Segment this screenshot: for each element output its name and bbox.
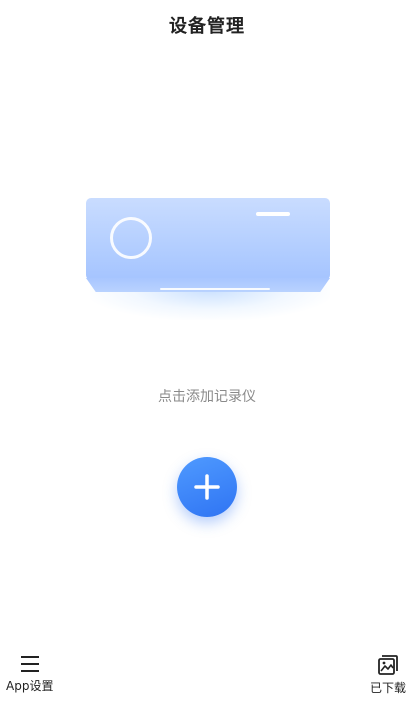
- recorder-body: [86, 198, 330, 280]
- app-settings-button[interactable]: App设置: [6, 654, 53, 694]
- plus-icon: [194, 474, 220, 500]
- recorder-illustration: [60, 170, 360, 330]
- recorder-indicator: [256, 212, 290, 216]
- downloaded-label: 已下载: [369, 681, 406, 695]
- app-settings-label: App设置: [6, 679, 54, 693]
- downloaded-button[interactable]: 已下载: [370, 654, 406, 696]
- add-recorder-button[interactable]: [177, 457, 237, 517]
- bottom-nav: App设置 已下载: [0, 640, 414, 720]
- menu-icon: [20, 656, 39, 672]
- image-gallery-icon: [378, 655, 398, 675]
- add-recorder-hint: 点击添加记录仪: [158, 389, 256, 405]
- recorder-lens: [110, 217, 152, 259]
- recorder-vent: [160, 288, 270, 290]
- page-title: 设备管理: [169, 16, 245, 37]
